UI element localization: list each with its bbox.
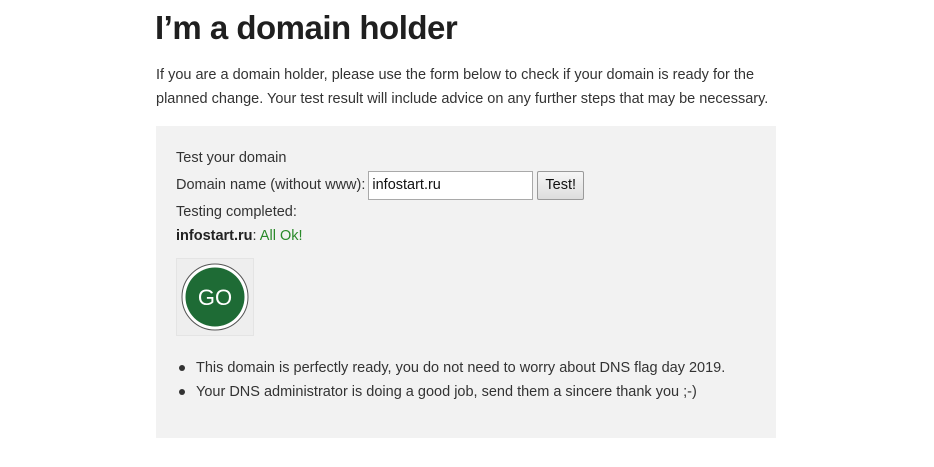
domain-name-input[interactable] xyxy=(368,170,534,200)
advice-text: This domain is perfectly ready, you do n… xyxy=(196,360,726,376)
go-badge-icon: GO xyxy=(181,263,249,331)
advice-text: Your DNS administrator is doing a good j… xyxy=(196,384,697,400)
panel-heading: Test your domain xyxy=(176,150,287,166)
test-domain-panel: Test your domain Domain name (without ww… xyxy=(156,126,776,438)
test-result: infostart.ru: All Ok! xyxy=(176,227,303,245)
domain-form: Domain name (without www): Test! xyxy=(176,170,584,200)
advice-item: This domain is perfectly ready, you do n… xyxy=(176,356,725,380)
go-badge-text: GO xyxy=(198,285,232,310)
result-status: All Ok! xyxy=(259,228,303,244)
advice-list: This domain is perfectly ready, you do n… xyxy=(176,356,725,404)
advice-item: Your DNS administrator is doing a good j… xyxy=(176,380,725,404)
intro-text: If you are a domain holder, please use t… xyxy=(156,67,769,107)
bullet-icon xyxy=(179,365,185,371)
go-badge: GO xyxy=(176,258,254,336)
result-separator: : xyxy=(252,228,257,244)
page-title: I’m a domain holder xyxy=(155,9,458,46)
page: I’m a domain holder If you are a domain … xyxy=(0,0,934,467)
result-domain: infostart.ru xyxy=(176,228,253,244)
domain-name-label: Domain name (without www): xyxy=(176,177,366,193)
test-button[interactable]: Test! xyxy=(537,170,584,200)
testing-status: Testing completed: xyxy=(176,204,297,220)
bullet-icon xyxy=(179,389,185,395)
